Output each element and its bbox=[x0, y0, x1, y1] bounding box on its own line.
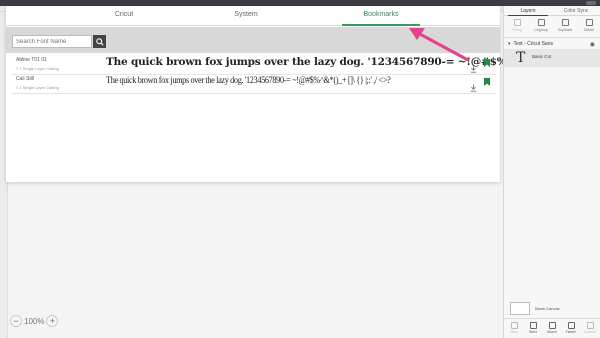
weld-label: Weld bbox=[529, 330, 537, 334]
slice-button[interactable]: Slice bbox=[505, 322, 523, 334]
font-search-input[interactable] bbox=[12, 35, 92, 48]
group-label: Group bbox=[512, 28, 522, 32]
weld-button[interactable]: Weld bbox=[524, 322, 542, 334]
tab-system[interactable]: System bbox=[234, 11, 257, 18]
tab-cricut[interactable]: Cricut bbox=[115, 11, 133, 18]
weld-icon bbox=[529, 322, 537, 329]
layer-group-label: Text - Cricut Sans bbox=[513, 41, 553, 47]
tab-bookmarks[interactable]: Bookmarks bbox=[363, 11, 398, 18]
attach-label: Attach bbox=[547, 330, 557, 334]
font-name: Abline T01 01 bbox=[16, 57, 47, 63]
font-source-tabs: Cricut System Bookmarks bbox=[6, 6, 500, 26]
font-picker-dialog: Cricut System Bookmarks Abline T01 01 ≡ … bbox=[6, 6, 600, 182]
attach-button[interactable]: Attach bbox=[543, 322, 561, 334]
slice-icon bbox=[510, 322, 518, 329]
chevron-down-icon[interactable]: ▾ bbox=[508, 41, 511, 47]
duplicate-button[interactable]: Duplicate bbox=[554, 19, 576, 32]
layers-panel: Layers Color Sync Group Ungroup Duplicat… bbox=[503, 6, 600, 338]
visibility-eye-icon[interactable]: ◉ bbox=[590, 41, 595, 48]
ungroup-icon bbox=[537, 19, 545, 26]
zoom-level: 100% bbox=[24, 316, 45, 326]
download-icon[interactable] bbox=[470, 79, 477, 97]
layer-item[interactable]: T Basic Cut bbox=[504, 49, 600, 67]
ungroup-label: Ungroup bbox=[534, 28, 548, 32]
delete-icon bbox=[585, 19, 593, 26]
layer-group-header[interactable]: ▾ Text - Cricut Sans ◉ bbox=[504, 39, 600, 49]
bookmark-icon[interactable] bbox=[484, 78, 490, 86]
group-button[interactable]: Group bbox=[506, 19, 528, 32]
contour-icon bbox=[586, 322, 594, 329]
top-bar-control[interactable] bbox=[586, 1, 596, 5]
duplicate-label: Duplicate bbox=[557, 28, 573, 32]
font-row[interactable]: Abline T01 01 ≡ 1 Single Layer Cutting T… bbox=[12, 55, 600, 75]
ungroup-button[interactable]: Ungroup bbox=[530, 19, 552, 32]
tab-layers[interactable]: Layers bbox=[520, 8, 535, 14]
blank-canvas-row[interactable]: Blank Canvas bbox=[510, 301, 596, 315]
flatten-button[interactable]: Flatten bbox=[562, 322, 580, 334]
font-name: Cali Still bbox=[16, 76, 35, 82]
slice-label: Slice bbox=[510, 330, 518, 334]
layer-toolbar: Group Ungroup Duplicate Delete bbox=[504, 16, 600, 38]
font-layer-info: ≡ 1 Single Layer Cutting bbox=[16, 66, 59, 71]
attach-icon bbox=[548, 322, 556, 329]
panel-tabs: Layers Color Sync bbox=[504, 6, 600, 16]
active-tab-indicator bbox=[342, 24, 420, 26]
group-icon bbox=[513, 19, 521, 26]
font-sample: The quick brown fox jumps over the lazy … bbox=[106, 75, 391, 85]
zoom-in-button[interactable]: + bbox=[46, 315, 59, 327]
font-row[interactable]: Cali Still ≡ 1 Single Layer Cutting The … bbox=[12, 74, 496, 94]
font-layer-info: ≡ 1 Single Layer Cutting bbox=[16, 85, 59, 90]
search-button[interactable] bbox=[93, 35, 106, 48]
canvas-swatch bbox=[510, 301, 530, 315]
blank-canvas-label: Blank Canvas bbox=[535, 305, 560, 311]
zoom-out-button[interactable]: − bbox=[10, 315, 22, 327]
search-icon bbox=[95, 37, 104, 46]
flatten-label: Flatten bbox=[565, 330, 577, 334]
layer-actions-bar: Slice Weld Attach Flatten Contour bbox=[504, 318, 600, 338]
contour-label: Contour bbox=[583, 330, 597, 334]
delete-label: Delete bbox=[583, 28, 595, 32]
contour-button[interactable]: Contour bbox=[581, 322, 599, 334]
tab-color-sync[interactable]: Color Sync bbox=[564, 8, 588, 14]
search-bar-area bbox=[6, 27, 500, 53]
layer-operation-label: Basic Cut bbox=[532, 54, 552, 59]
text-layer-icon: T bbox=[516, 50, 526, 66]
duplicate-icon bbox=[561, 19, 569, 26]
flatten-icon bbox=[567, 322, 575, 329]
delete-button[interactable]: Delete bbox=[578, 19, 600, 32]
zoom-control: − 100% + bbox=[10, 314, 59, 328]
